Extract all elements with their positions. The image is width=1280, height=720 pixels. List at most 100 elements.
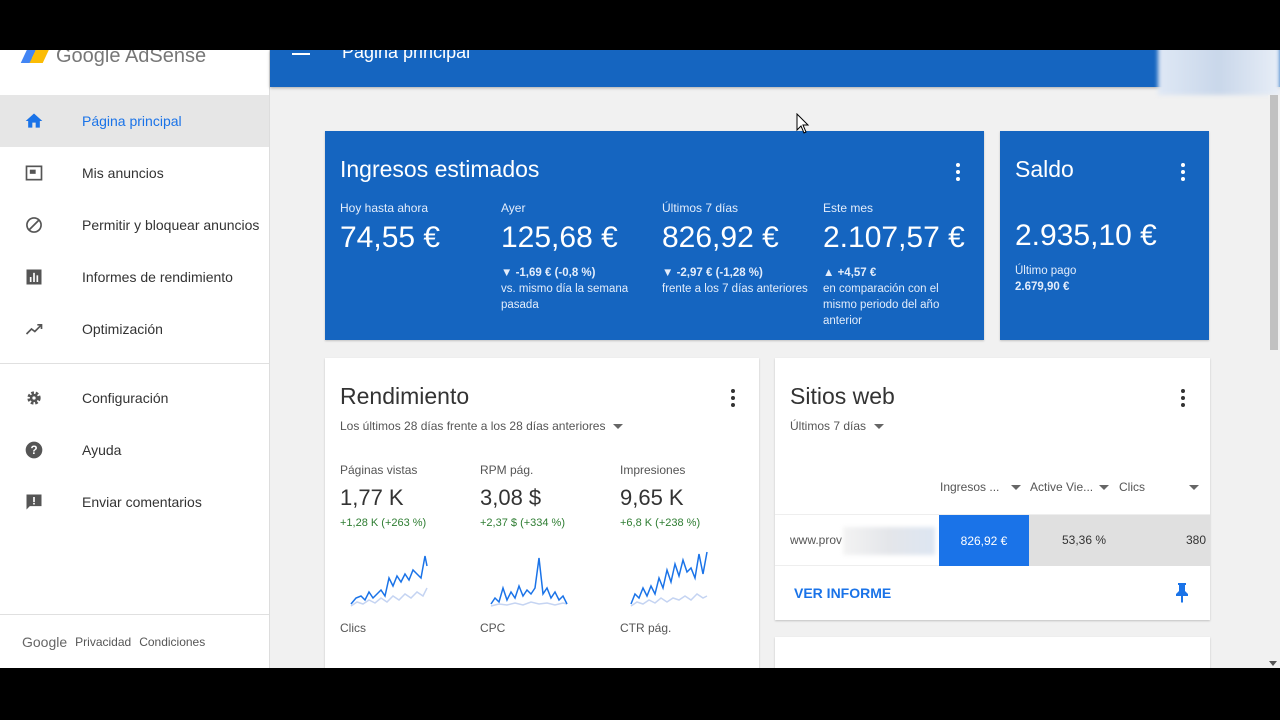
metric-delta: ▼ -2,97 € (-1,28 %) xyxy=(662,267,763,279)
metric-label: Últimos 7 días xyxy=(662,201,739,215)
last-payment-value: 2.679,90 € xyxy=(1015,281,1070,293)
metric-label: Este mes xyxy=(823,201,874,215)
column-label: Clics xyxy=(1119,480,1145,494)
sidebar-item-settings[interactable]: Configuración xyxy=(0,372,269,424)
mouse-cursor-icon xyxy=(796,113,810,134)
date-range-label: Los últimos 28 días frente a los 28 días… xyxy=(340,419,606,433)
sidebar-item-label: Optimización xyxy=(82,321,163,337)
more-vert-icon[interactable] xyxy=(731,389,735,407)
privacy-link[interactable]: Privacidad xyxy=(75,635,131,649)
next-card xyxy=(775,637,1210,668)
column-label: Ingresos ... xyxy=(940,480,1000,494)
balance-card: Saldo 2.935,10 € Último pago 2.679,90 € xyxy=(1000,131,1209,340)
estimated-earnings-card: Ingresos estimados Hoy hasta ahora 74,55… xyxy=(325,131,984,340)
sidebar-nav: Página principal Mis anuncios Permitir y… xyxy=(0,95,269,528)
help-icon: ? xyxy=(0,440,82,460)
top-app-bar: Página principal xyxy=(270,50,1280,95)
scrollbar-thumb[interactable] xyxy=(1270,95,1278,350)
metric-value: 125,68 € xyxy=(501,221,618,254)
sidebar: Google AdSense Página principal Mis anun… xyxy=(0,50,270,668)
row-background xyxy=(1029,515,1210,566)
metric-label: Hoy hasta ahora xyxy=(340,201,429,215)
sidebar-item-reports[interactable]: Informes de rendimiento xyxy=(0,251,269,303)
metric-delta: ▲ +4,57 € xyxy=(823,267,877,279)
caret-down-icon xyxy=(1189,484,1199,490)
gear-icon xyxy=(0,388,82,408)
metric-label-clicks: Clics xyxy=(340,621,366,635)
metric-delta: +2,37 $ (+334 %) xyxy=(480,517,566,529)
column-header-earnings[interactable]: Ingresos ... xyxy=(940,480,1022,494)
sidebar-item-label: Página principal xyxy=(82,113,182,129)
svg-text:?: ? xyxy=(30,444,37,457)
metric-label-ctr: CTR pág. xyxy=(620,621,672,635)
more-vert-icon[interactable] xyxy=(1181,163,1185,181)
sidebar-item-label: Mis anuncios xyxy=(82,165,164,181)
pin-icon[interactable] xyxy=(1175,583,1189,603)
logo[interactable]: Google AdSense xyxy=(0,50,270,76)
metric-last-7-days: Últimos 7 días 826,92 € ▼ -2,97 € (-1,28… xyxy=(662,201,817,297)
more-vert-icon[interactable] xyxy=(1181,389,1185,407)
table-row[interactable]: www.prov 826,92 € 53,36 % 380 xyxy=(775,514,1210,566)
block-icon xyxy=(0,215,82,235)
caret-down-icon xyxy=(1099,484,1110,490)
column-label: Active Vie... xyxy=(1030,480,1094,494)
sidebar-item-label: Configuración xyxy=(82,390,169,406)
metric-label: Impresiones xyxy=(620,463,686,477)
column-header-active-view[interactable]: Active Vie... xyxy=(1030,480,1110,494)
websites-card: Sitios web Últimos 7 días Ingresos ... A… xyxy=(775,358,1210,620)
metric-delta: +1,28 K (+263 %) xyxy=(340,517,427,529)
column-header-clicks[interactable]: Clics xyxy=(1119,480,1199,494)
sparkline-impressions xyxy=(630,551,708,607)
metric-value: 3,08 $ xyxy=(480,485,542,510)
ad-unit-icon xyxy=(0,163,82,183)
adsense-logo-icon xyxy=(20,50,50,63)
caret-down-icon xyxy=(874,423,885,429)
metric-label: Páginas vistas xyxy=(340,463,418,477)
metric-note: vs. mismo día la semana pasada xyxy=(501,283,629,311)
trending-up-icon xyxy=(0,319,82,339)
clicks-cell: 380 xyxy=(1185,533,1206,547)
hamburger-menu-icon[interactable] xyxy=(292,50,310,62)
sidebar-item-home[interactable]: Página principal xyxy=(0,95,269,147)
metric-delta: ▼ -1,69 € (-0,8 %) xyxy=(501,267,596,279)
card-title: Sitios web xyxy=(790,383,895,409)
active-view-cell: 53,36 % xyxy=(1062,533,1107,547)
card-title: Ingresos estimados xyxy=(340,156,540,182)
performance-card: Rendimiento Los últimos 28 días frente a… xyxy=(325,358,759,668)
sparkline-rpm xyxy=(490,557,568,607)
sidebar-item-my-ads[interactable]: Mis anuncios xyxy=(0,147,269,199)
metric-value: 2.107,57 € xyxy=(823,221,965,254)
caret-down-icon xyxy=(1011,484,1022,490)
date-range-dropdown[interactable]: Los últimos 28 días frente a los 28 días… xyxy=(340,419,624,433)
metric-value: 9,65 K xyxy=(620,485,684,510)
metric-note: en comparación con el mismo periodo del … xyxy=(823,283,940,327)
metric-value: 74,55 € xyxy=(340,221,441,254)
bar-chart-icon xyxy=(0,267,82,287)
date-range-dropdown[interactable]: Últimos 7 días xyxy=(790,419,885,433)
sidebar-item-optimization[interactable]: Optimización xyxy=(0,303,269,355)
sidebar-item-label: Informes de rendimiento xyxy=(82,269,233,285)
more-vert-icon[interactable] xyxy=(956,163,960,181)
balance-metric: 2.935,10 € Último pago 2.679,90 € xyxy=(1015,219,1170,295)
last-payment-label: Último pago xyxy=(1015,265,1077,277)
card-title: Rendimiento xyxy=(340,383,470,409)
perf-metric-pageviews: Páginas vistas 1,77 K +1,28 K (+263 %) xyxy=(340,463,470,529)
feedback-icon xyxy=(0,492,82,512)
sidebar-footer: Google Privacidad Condiciones xyxy=(0,614,269,668)
site-name: www.prov xyxy=(790,533,843,547)
sidebar-item-help[interactable]: ? Ayuda xyxy=(0,424,269,476)
logo-text: Google AdSense xyxy=(56,50,207,67)
sidebar-item-feedback[interactable]: Enviar comentarios xyxy=(0,476,269,528)
caret-down-icon xyxy=(613,423,624,429)
sidebar-item-allow-block[interactable]: Permitir y bloquear anuncios xyxy=(0,199,269,251)
metric-delta: +6,8 K (+238 %) xyxy=(620,517,701,529)
metric-value: 826,92 € xyxy=(662,221,779,254)
view-report-link[interactable]: VER INFORME xyxy=(794,585,891,601)
metric-label-cpc: CPC xyxy=(480,621,506,635)
terms-link[interactable]: Condiciones xyxy=(139,635,205,649)
metric-note: frente a los 7 días anteriores xyxy=(662,283,808,295)
perf-metric-impressions: Impresiones 9,65 K +6,8 K (+238 %) xyxy=(620,463,750,529)
scroll-down-arrow-icon[interactable] xyxy=(1269,661,1277,666)
metric-this-month: Este mes 2.107,57 € ▲ +4,57 € en compara… xyxy=(823,201,973,329)
google-wordmark: Google xyxy=(22,633,68,650)
